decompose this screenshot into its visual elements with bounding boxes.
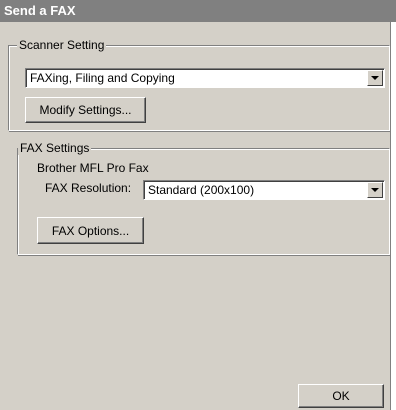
chevron-down-icon[interactable]	[367, 182, 383, 198]
fax-settings-legend: FAX Settings	[18, 141, 92, 155]
fax-device-name: Brother MFL Pro Fax	[37, 161, 149, 175]
scanner-setting-legend: Scanner Setting	[17, 38, 107, 52]
modify-settings-button[interactable]: Modify Settings...	[25, 97, 146, 123]
scanner-setting-value: FAXing, Filing and Copying	[30, 71, 175, 85]
fax-options-button[interactable]: FAX Options...	[37, 217, 144, 244]
scanner-setting-select[interactable]: FAXing, Filing and Copying	[25, 68, 385, 88]
fax-resolution-select[interactable]: Standard (200x100)	[143, 180, 385, 200]
send-fax-dialog: Send a FAX Scanner Setting FAXing, Filin…	[0, 0, 396, 410]
ok-button[interactable]: OK	[298, 384, 384, 408]
window-title: Send a FAX	[0, 0, 396, 22]
fax-resolution-value: Standard (200x100)	[148, 183, 255, 197]
window-right-edge	[390, 22, 396, 410]
chevron-down-icon[interactable]	[367, 70, 383, 86]
fax-resolution-label: FAX Resolution:	[45, 181, 132, 195]
